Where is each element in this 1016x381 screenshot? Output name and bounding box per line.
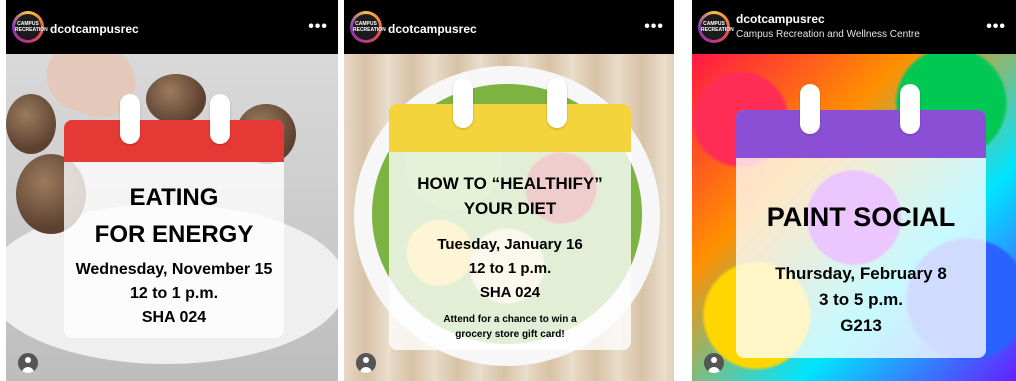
username[interactable]: dcotcampusrec: [736, 12, 825, 26]
event-note-line-2: grocery store gift card!: [455, 329, 565, 340]
post-header: CAMPUS RECREATION dcotcampusrec •••: [6, 0, 338, 54]
event-date: Wednesday, November 15: [75, 261, 273, 278]
event-calendar-card: HOW TO “HEALTHIFY” YOUR DIET Tuesday, Ja…: [389, 78, 631, 350]
event-date: Tuesday, January 16: [437, 236, 583, 253]
event-location: SHA 024: [141, 309, 207, 326]
calendar-ring-icon: [900, 84, 920, 134]
more-options-icon[interactable]: •••: [644, 18, 664, 36]
username[interactable]: dcotcampusrec: [388, 22, 477, 36]
event-title-line-2: FOR ENERGY: [94, 221, 254, 248]
account-subtitle: Campus Recreation and Wellness Centre: [736, 29, 920, 40]
energy-ball-graphic: [146, 74, 206, 124]
avatar-logo: CAMPUS RECREATION: [353, 14, 386, 40]
avatar-logo-text-2: RECREATION: [701, 27, 734, 33]
post-healthify-your-diet[interactable]: CAMPUS RECREATION dcotcampusrec ••• HOW …: [344, 0, 674, 381]
calendar-header-bar: [64, 120, 284, 162]
post-paint-social[interactable]: CAMPUS RECREATION dcotcampusrec Campus R…: [692, 0, 1016, 381]
event-title-line-1: EATING: [129, 184, 219, 211]
event-note-line-1: Attend for a chance to win a: [443, 314, 577, 325]
energy-ball-graphic: [6, 94, 56, 154]
calendar-ring-icon: [120, 94, 140, 144]
calendar-ring-icon: [800, 84, 820, 134]
event-location: G213: [840, 316, 882, 335]
avatar-logo: CAMPUS RECREATION: [701, 14, 734, 40]
avatar-logo-text-2: RECREATION: [15, 27, 48, 33]
event-title-line-1: HOW TO “HEALTHIFY”: [417, 174, 603, 193]
calendar-ring-icon: [547, 78, 567, 128]
calendar-ring-icon: [453, 78, 473, 128]
event-title: PAINT SOCIAL: [766, 202, 956, 232]
avatar-logo: CAMPUS RECREATION: [15, 14, 48, 40]
event-time: 3 to 5 p.m.: [818, 290, 904, 309]
user-profile-icon[interactable]: [704, 353, 724, 373]
event-calendar-card: PAINT SOCIAL Thursday, February 8 3 to 5…: [736, 84, 986, 358]
account-avatar[interactable]: CAMPUS RECREATION: [698, 11, 734, 43]
account-avatar[interactable]: CAMPUS RECREATION: [12, 11, 48, 43]
user-profile-icon[interactable]: [18, 353, 38, 373]
event-time: 12 to 1 p.m.: [468, 260, 552, 277]
more-options-icon[interactable]: •••: [308, 18, 328, 36]
avatar-logo-text-2: RECREATION: [353, 27, 386, 33]
post-header: CAMPUS RECREATION dcotcampusrec •••: [344, 0, 674, 54]
event-title-line-2: YOUR DIET: [463, 199, 557, 218]
username[interactable]: dcotcampusrec: [50, 22, 139, 36]
event-calendar-card: EATING FOR ENERGY Wednesday, November 15…: [64, 94, 284, 338]
user-profile-icon[interactable]: [356, 353, 376, 373]
account-avatar[interactable]: CAMPUS RECREATION: [350, 11, 386, 43]
calendar-header-bar: [736, 110, 986, 158]
calendar-header-bar: [389, 104, 631, 152]
event-date: Thursday, February 8: [775, 264, 947, 283]
post-header: CAMPUS RECREATION dcotcampusrec Campus R…: [692, 0, 1016, 54]
post-eating-for-energy[interactable]: CAMPUS RECREATION dcotcampusrec ••• EATI…: [6, 0, 338, 381]
event-location: SHA 024: [479, 284, 541, 301]
more-options-icon[interactable]: •••: [986, 18, 1006, 36]
calendar-ring-icon: [210, 94, 230, 144]
event-time: 12 to 1 p.m.: [129, 285, 219, 302]
